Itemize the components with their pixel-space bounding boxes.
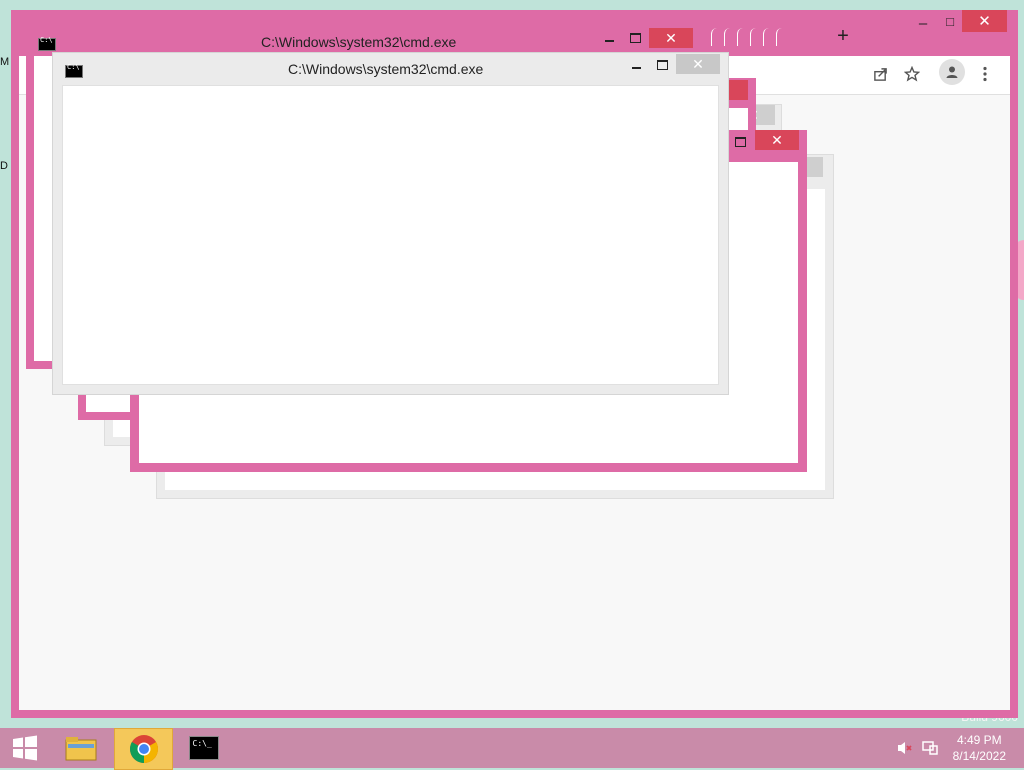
window-title: C:\Windows\system32\cmd.exe [261,34,457,50]
tab-strip[interactable] [711,28,801,48]
star-icon[interactable] [900,62,924,86]
cmd-icon-glyph: C:\_ [188,736,219,760]
maximize-button[interactable] [649,55,675,75]
window-title: C:\Windows\system32\cmd.exe [288,61,484,77]
chrome-minimize-button[interactable]: – [908,12,938,34]
clock-date: 8/14/2022 [952,749,1006,763]
minimize-button[interactable] [623,56,649,76]
profile-icon[interactable] [939,59,965,85]
close-button[interactable]: ✕ [649,28,693,48]
tab[interactable] [724,28,733,46]
volume-muted-icon[interactable] [896,740,914,756]
desktop-label-m: M [0,56,10,68]
close-button[interactable] [726,80,748,100]
cmd-icon [65,63,83,78]
tab[interactable] [750,28,759,46]
chrome-maximize-button[interactable]: □ [935,10,965,32]
maximize-button[interactable] [622,28,648,48]
system-clock[interactable]: 4:49 PM 8/14/2022 [953,732,1006,764]
close-button[interactable]: ✕ [755,130,799,150]
close-button[interactable]: ✕ [676,54,720,74]
desktop-icon-labels: M D [0,56,9,172]
windows-start-icon[interactable] [0,728,50,768]
cmd-icon[interactable]: C:\_ [176,728,231,768]
tab[interactable] [763,28,772,46]
window-client-area [62,85,719,385]
tab[interactable] [737,28,746,46]
chrome-close-button[interactable]: ✕ [962,10,1007,32]
taskbar: C:\_ 4:49 PM 8/14/2022 [0,728,1024,770]
cmd-icon [38,36,56,51]
folder-icon[interactable] [56,728,106,768]
desktop-label-d: D [0,160,8,172]
tab[interactable] [711,28,720,46]
chrome-icon[interactable] [114,728,173,770]
cmd-window-2[interactable]: C:\Windows\system32\cmd.exe ✕ [52,52,729,395]
maximize-button[interactable] [727,132,753,152]
new-tab-button[interactable]: + [828,25,858,47]
network-icon[interactable] [921,740,939,756]
tab[interactable] [776,28,785,46]
share-icon[interactable] [868,62,892,86]
clock-time: 4:49 PM [956,733,1002,747]
kebab-menu-icon[interactable] [973,62,997,86]
minimize-button[interactable] [596,29,622,49]
